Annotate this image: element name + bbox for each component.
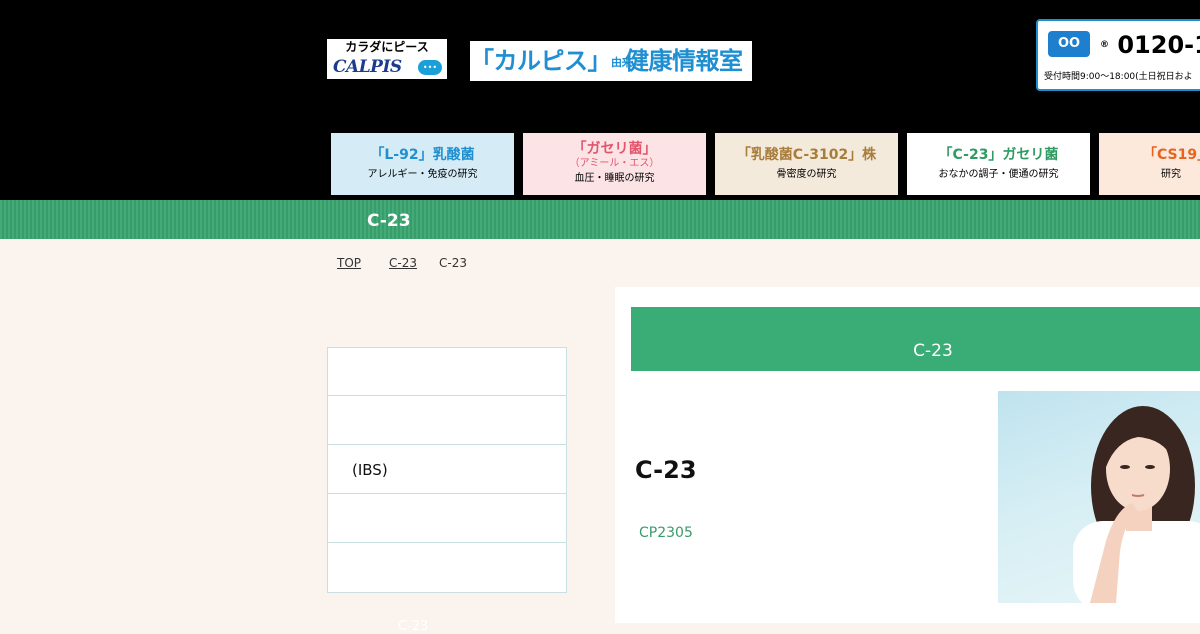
health-info-room-logo[interactable]: 「カルピス」由来健康情報室 xyxy=(470,41,752,81)
nav-l92-sub: アレルギー・免疫の研究 xyxy=(367,169,478,180)
woman-illustration-icon xyxy=(1073,406,1200,603)
phone-number: 0120-12 xyxy=(1117,31,1200,59)
side-menu: (IBS) xyxy=(327,347,567,593)
freedial-icon: OO xyxy=(1048,31,1090,57)
side-menu-item[interactable] xyxy=(328,495,566,543)
breadcrumb-current: C-23 xyxy=(439,256,467,270)
nav-c3102-title: 「乳酸菌C-3102」株 xyxy=(736,147,877,163)
nav-c23-sub: おなかの調子・便通の研究 xyxy=(938,169,1059,180)
banner-title: C-23 xyxy=(367,211,411,231)
nav-cs19-sub: 研究 xyxy=(1161,169,1181,180)
nav-cs19[interactable]: 「CS19」 研究 xyxy=(1099,133,1200,195)
nav-gasseri-sub: 血圧・睡眠の研究 xyxy=(574,173,655,184)
brand-wordmark: CALPIS xyxy=(333,57,402,77)
side-menu-item-ibs[interactable]: (IBS) xyxy=(328,446,566,494)
room-title: 「カルピス」 xyxy=(470,47,612,75)
nav-gasseri[interactable]: 「ガセリ菌」 （アミール・エス） 血圧・睡眠の研究 xyxy=(523,133,706,195)
article-header-title: C-23 xyxy=(913,341,953,361)
room-title-rest: 健康情報室 xyxy=(625,47,743,75)
nav-gasseri-title: 「ガセリ菌」 xyxy=(572,141,657,157)
page-banner: C-23 xyxy=(0,200,1200,239)
brand-tagline: カラダにピース xyxy=(345,40,429,54)
nav-cs19-title: 「CS19」 xyxy=(1143,147,1200,163)
nav-l92[interactable]: 「L-92」乳酸菌 アレルギー・免疫の研究 xyxy=(331,133,514,195)
woman-thinking-photo xyxy=(998,391,1200,603)
nav-c3102-sub: 骨密度の研究 xyxy=(776,169,837,180)
side-menu-item[interactable] xyxy=(328,397,566,445)
nav-l92-title: 「L-92」乳酸菌 xyxy=(370,147,475,163)
freedial-number: ® 0120-12 xyxy=(1100,29,1200,61)
nav-gasseri-title-sub: （アミール・エス） xyxy=(569,158,660,169)
freedial-box[interactable]: OO ® 0120-12 受付時間9:00～18:00(土日祝日およ xyxy=(1036,19,1200,91)
main-article-card: C-23 C-23 CP2305 xyxy=(615,287,1200,623)
side-menu-item[interactable] xyxy=(328,348,566,396)
nav-c3102[interactable]: 「乳酸菌C-3102」株 骨密度の研究 xyxy=(715,133,898,195)
side-menu-item[interactable] xyxy=(328,544,566,592)
breadcrumb-top-link[interactable]: TOP xyxy=(337,256,361,270)
side-footer-label: C-23 xyxy=(398,619,429,634)
nav-c23-title: 「C-23」ガセリ菌 xyxy=(938,147,1059,163)
calpis-logo[interactable]: カラダにピース CALPIS ••• xyxy=(327,39,447,79)
breadcrumb-mid-link[interactable]: C-23 xyxy=(389,256,417,270)
brand-dots-icon: ••• xyxy=(418,60,442,75)
freedial-hours: 受付時間9:00～18:00(土日祝日およ xyxy=(1044,72,1193,82)
breadcrumb: TOP C-23 C-23 xyxy=(337,255,467,271)
article-heading: C-23 xyxy=(635,456,697,484)
registered-mark: ® xyxy=(1100,40,1109,50)
room-title-sub: 由来 xyxy=(611,55,633,69)
article-header-bar: C-23 xyxy=(631,307,1200,371)
nav-c23[interactable]: 「C-23」ガセリ菌 おなかの調子・便通の研究 xyxy=(907,133,1090,195)
article-code: CP2305 xyxy=(639,525,693,541)
